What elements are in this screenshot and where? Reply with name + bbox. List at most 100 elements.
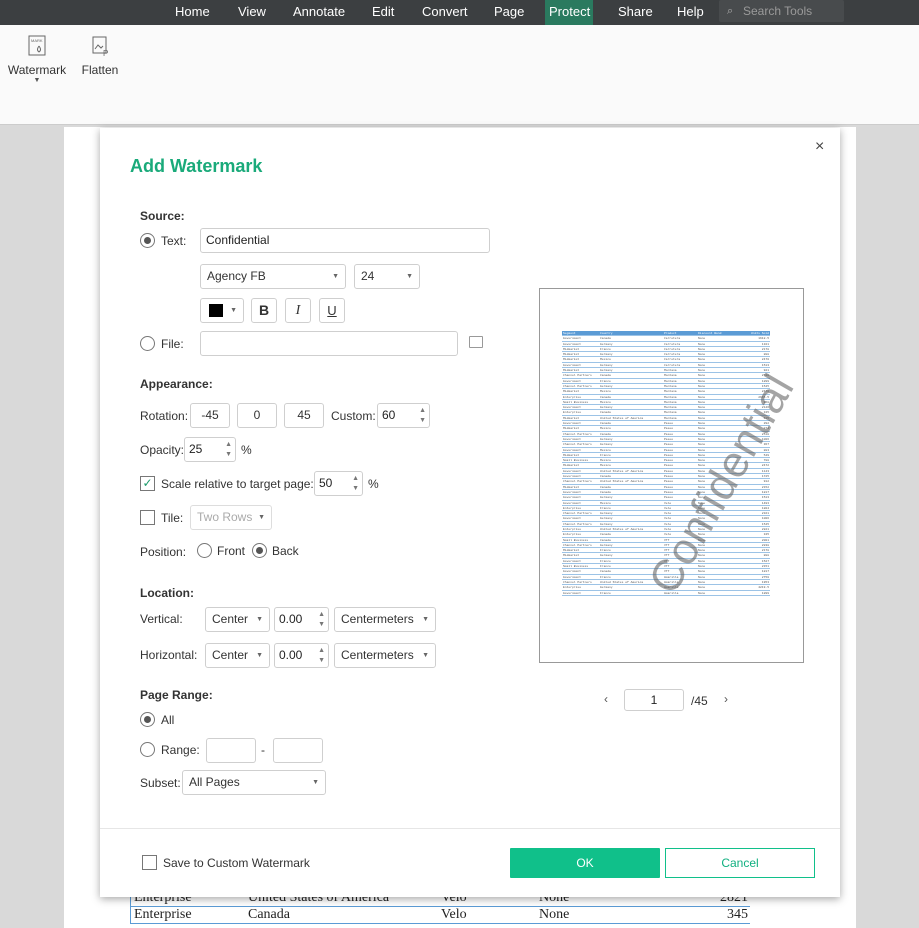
- cancel-button[interactable]: Cancel: [665, 848, 815, 878]
- vertical-unit-select[interactable]: Centermeters ▼: [334, 607, 436, 632]
- preview-table-cell: Paseo: [664, 437, 674, 441]
- preview-table-cell: None: [698, 395, 706, 399]
- file-path-input[interactable]: [200, 331, 458, 356]
- subset-select[interactable]: All Pages ▼: [182, 770, 326, 795]
- preview-table-cell: 2472: [761, 464, 769, 468]
- rotation-0-button[interactable]: 0: [237, 403, 277, 428]
- preview-table-cell: None: [698, 342, 706, 346]
- preview-table-cell: Channel Partners: [563, 512, 592, 516]
- increment-icon[interactable]: ▲: [318, 647, 325, 655]
- chevron-down-icon: ▼: [256, 652, 263, 659]
- increment-icon[interactable]: ▲: [419, 407, 426, 415]
- italic-button[interactable]: I: [285, 298, 311, 323]
- horizontal-unit-select[interactable]: Centermeters ▼: [334, 643, 436, 668]
- close-icon[interactable]: ×: [815, 138, 824, 156]
- front-radio[interactable]: [197, 543, 212, 558]
- underline-button[interactable]: U: [319, 298, 345, 323]
- preview-table-cell: None: [698, 459, 706, 463]
- opacity-stepper[interactable]: 25 ▲ ▼: [184, 437, 236, 462]
- watermark-dropdown-icon[interactable]: ▼: [6, 77, 68, 84]
- preview-table-cell: Carretera: [664, 347, 681, 351]
- preview-table-cell: Government: [563, 501, 582, 505]
- flatten-button[interactable]: P Flatten: [78, 35, 122, 85]
- bold-button[interactable]: B: [251, 298, 277, 323]
- preview-table-cell: Midmarket: [563, 347, 580, 351]
- all-pages-radio[interactable]: [140, 712, 155, 727]
- watermark-icon: MARK: [28, 35, 46, 56]
- decrement-icon[interactable]: ▼: [318, 621, 325, 629]
- scale-stepper[interactable]: 50 ▲ ▼: [314, 471, 363, 496]
- vertical-align-select[interactable]: Center ▼: [205, 607, 270, 632]
- preview-table-cell: Canada: [600, 374, 611, 378]
- horizontal-align-select[interactable]: Center ▼: [205, 643, 270, 668]
- preview-table-cell: Country: [600, 332, 613, 335]
- preview-table-cell: Montana: [664, 400, 677, 404]
- preview-table-cell: None: [698, 591, 706, 595]
- preview-table-cell: Germany: [600, 496, 613, 500]
- preview-table-cell: Canada: [600, 337, 611, 341]
- watermark-preview: Segment Country Product Discount Band Units …: [539, 288, 804, 663]
- range-radio[interactable]: [140, 742, 155, 757]
- text-source-radio[interactable]: [140, 233, 155, 248]
- range-to-input[interactable]: [273, 738, 323, 763]
- preview-table-cell: Paseo: [664, 422, 674, 426]
- horizontal-offset-stepper[interactable]: 0.00 ▲ ▼: [274, 643, 329, 668]
- decrement-icon[interactable]: ▼: [352, 485, 359, 493]
- menu-edit[interactable]: Edit: [364, 0, 402, 25]
- increment-icon[interactable]: ▲: [318, 611, 325, 619]
- save-custom-label: Save to Custom Watermark: [163, 856, 310, 870]
- menu-view[interactable]: View: [230, 0, 274, 25]
- menu-home[interactable]: Home: [167, 0, 218, 25]
- preview-table-cell: 1725: [761, 475, 769, 479]
- save-custom-checkbox[interactable]: [142, 855, 157, 870]
- menu-convert[interactable]: Convert: [414, 0, 476, 25]
- increment-icon[interactable]: ▲: [352, 475, 359, 483]
- add-watermark-dialog: Add Watermark × Source: Text: Confidenti…: [100, 128, 840, 897]
- font-select[interactable]: Agency FB ▼: [200, 264, 346, 289]
- next-page-icon[interactable]: ›: [724, 692, 728, 706]
- scale-checkbox[interactable]: ✓: [140, 476, 155, 491]
- tile-value: Two Rows: [197, 510, 253, 524]
- preview-table-cell: Canada: [600, 422, 611, 426]
- preview-table-cell: Carretera: [664, 342, 681, 346]
- tile-select[interactable]: Two Rows ▼: [190, 505, 272, 530]
- font-size-select[interactable]: 24 ▼: [354, 264, 420, 289]
- preview-table-cell: France: [600, 575, 611, 579]
- menu-protect[interactable]: Protect: [545, 0, 593, 25]
- rotation-minus45-button[interactable]: -45: [190, 403, 230, 428]
- preview-table-cell: Midmarket: [563, 549, 580, 553]
- rotation-45-button[interactable]: 45: [284, 403, 324, 428]
- decrement-icon[interactable]: ▼: [318, 657, 325, 665]
- page-number-input[interactable]: 1: [624, 689, 684, 711]
- menu-share[interactable]: Share: [610, 0, 661, 25]
- prev-page-icon[interactable]: ‹: [604, 692, 608, 706]
- decrement-icon[interactable]: ▼: [225, 451, 232, 459]
- preview-table-cell: Canada: [600, 432, 611, 436]
- tile-checkbox[interactable]: [140, 510, 155, 525]
- preview-table-cell: None: [698, 363, 706, 367]
- preview-table-cell: Midmarket: [563, 427, 580, 431]
- watermark-text-input[interactable]: Confidential: [200, 228, 490, 253]
- back-radio[interactable]: [252, 543, 267, 558]
- decrement-icon[interactable]: ▼: [419, 417, 426, 425]
- menu-page[interactable]: Page: [486, 0, 532, 25]
- vertical-offset-stepper[interactable]: 0.00 ▲ ▼: [274, 607, 329, 632]
- preview-table-cell: Mexico: [600, 390, 611, 394]
- preview-table-cell: Paseo: [664, 453, 674, 457]
- preview-table-cell: Montana: [664, 374, 677, 378]
- ok-button[interactable]: OK: [510, 848, 660, 878]
- preview-table-cell: Channel Partners: [563, 480, 592, 484]
- preview-table-cell: Midmarket: [563, 554, 580, 558]
- folder-icon[interactable]: [469, 336, 483, 348]
- custom-rotation-stepper[interactable]: 60 ▲ ▼: [377, 403, 430, 428]
- preview-table-cell: Montana: [664, 395, 677, 399]
- menu-help[interactable]: Help: [669, 0, 712, 25]
- preview-table-cell: Government: [563, 437, 582, 441]
- font-color-picker[interactable]: ▼: [200, 298, 244, 323]
- search-tools-input[interactable]: ⌕ Search Tools: [719, 0, 844, 22]
- file-source-radio[interactable]: [140, 336, 155, 351]
- menu-annotate[interactable]: Annotate: [285, 0, 353, 25]
- watermark-button[interactable]: MARK Watermark ▼: [6, 35, 68, 95]
- increment-icon[interactable]: ▲: [225, 441, 232, 449]
- range-from-input[interactable]: [206, 738, 256, 763]
